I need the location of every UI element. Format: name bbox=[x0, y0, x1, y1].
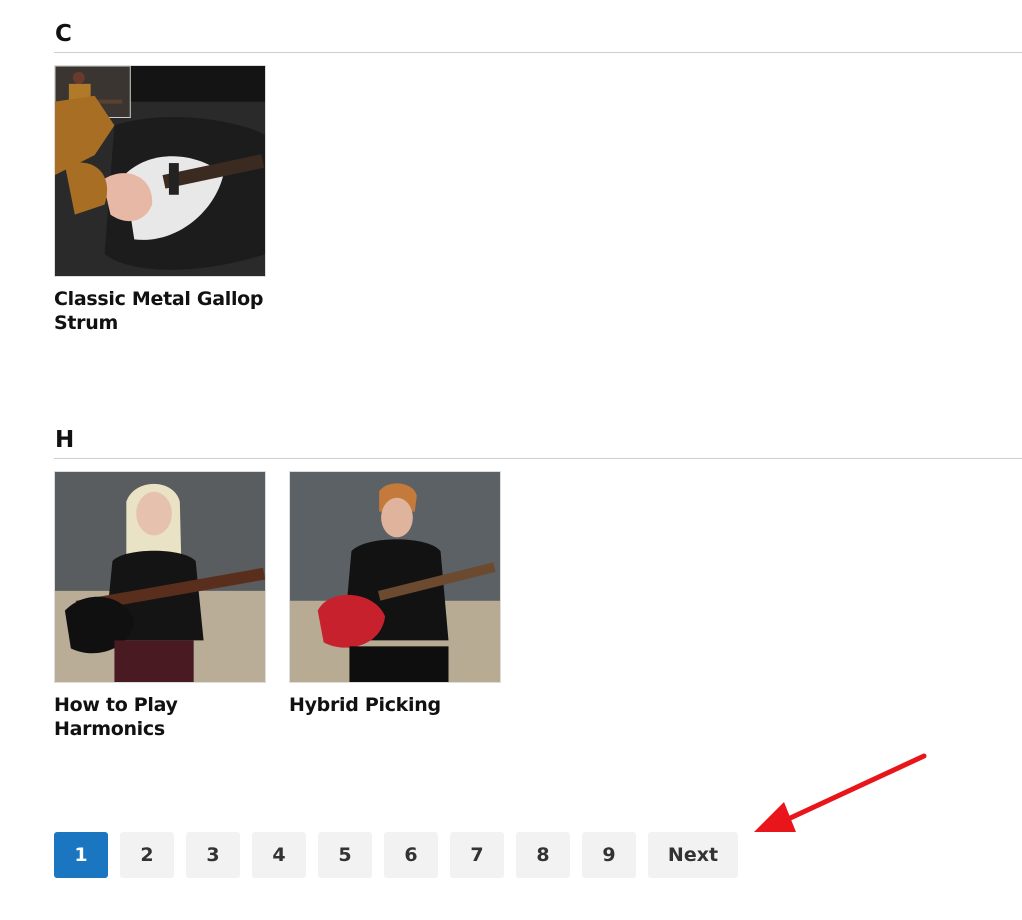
section-divider bbox=[54, 458, 1022, 459]
page-button-9[interactable]: 9 bbox=[582, 832, 636, 878]
lesson-index-page: C Classic Metal Gallop Strum H How to Pl… bbox=[0, 0, 1022, 920]
guitar-closeup-thumbnail-image bbox=[55, 66, 265, 276]
lesson-card[interactable]: How to Play Harmonics bbox=[54, 471, 266, 741]
page-button-7[interactable]: 7 bbox=[450, 832, 504, 878]
section-h: H How to Play Harmonics Hybrid Picking bbox=[54, 426, 1022, 741]
lesson-card[interactable]: Classic Metal Gallop Strum bbox=[54, 65, 266, 335]
redhead-guitarist-thumbnail-image bbox=[290, 472, 500, 682]
next-page-button[interactable]: Next bbox=[648, 832, 738, 878]
section-heading: C bbox=[55, 21, 72, 47]
lesson-title[interactable]: How to Play Harmonics bbox=[54, 693, 266, 741]
lesson-title[interactable]: Hybrid Picking bbox=[289, 693, 501, 717]
page-button-3[interactable]: 3 bbox=[186, 832, 240, 878]
section-heading: H bbox=[55, 427, 75, 453]
lesson-thumbnail[interactable] bbox=[54, 65, 266, 277]
lesson-thumbnail[interactable] bbox=[54, 471, 266, 683]
page-button-6[interactable]: 6 bbox=[384, 832, 438, 878]
lesson-card[interactable]: Hybrid Picking bbox=[289, 471, 501, 741]
page-button-2[interactable]: 2 bbox=[120, 832, 174, 878]
page-button-5[interactable]: 5 bbox=[318, 832, 372, 878]
annotation-arrow-icon bbox=[754, 753, 927, 832]
blonde-guitarist-thumbnail-image bbox=[55, 472, 265, 682]
page-button-4[interactable]: 4 bbox=[252, 832, 306, 878]
card-list: Classic Metal Gallop Strum bbox=[54, 65, 1022, 335]
section-divider bbox=[54, 52, 1022, 53]
card-list: How to Play Harmonics Hybrid Picking bbox=[54, 471, 1022, 741]
lesson-thumbnail[interactable] bbox=[289, 471, 501, 683]
page-button-1[interactable]: 1 bbox=[54, 832, 108, 878]
lesson-title[interactable]: Classic Metal Gallop Strum bbox=[54, 287, 266, 335]
section-c: C Classic Metal Gallop Strum bbox=[54, 20, 1022, 335]
pagination: 1 2 3 4 5 6 7 8 9 Next bbox=[54, 832, 738, 878]
page-button-8[interactable]: 8 bbox=[516, 832, 570, 878]
